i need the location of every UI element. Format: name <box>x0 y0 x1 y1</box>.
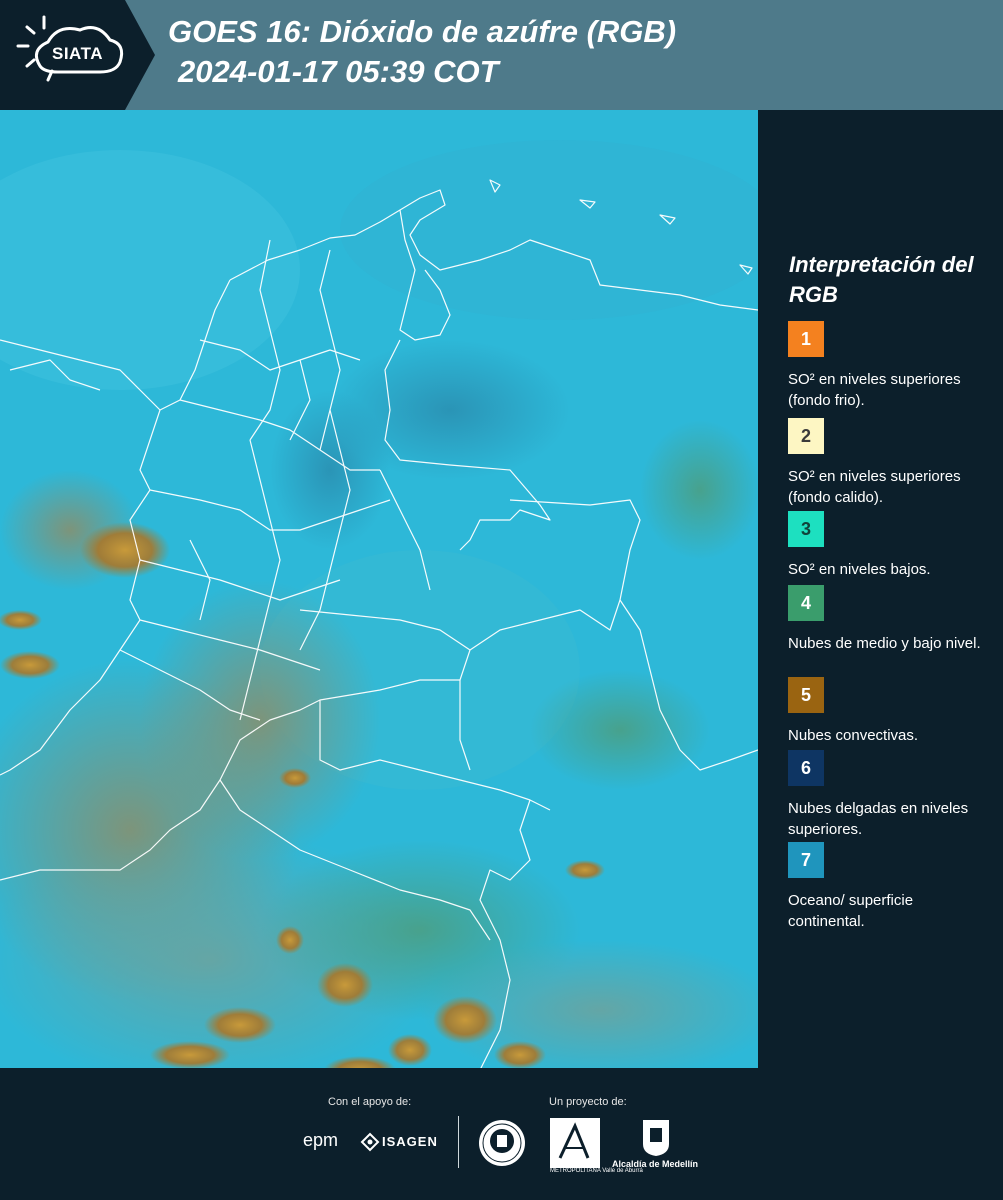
footer-divider <box>458 1116 459 1168</box>
siata-logo: SIATA <box>0 0 155 110</box>
legend-item-2: 2 SO² en niveles superiores (fondo calid… <box>788 418 993 508</box>
legend-number-7: 7 <box>800 849 811 870</box>
legend-item-7: 7 Oceano/ superficie continental. <box>788 842 993 932</box>
isagen-icon <box>360 1132 380 1152</box>
legend-label-6: Nubes delgadas en niveles superiores. <box>788 800 969 838</box>
legend-panel: Interpretación del RGB 1 SO² en niveles … <box>758 110 1003 1068</box>
satellite-map[interactable] <box>0 110 758 1068</box>
legend-item-6: 6 Nubes delgadas en niveles superiores. <box>788 750 993 840</box>
legend-label-5: Nubes convectivas. <box>788 727 919 744</box>
header-bar: SIATA GOES 16: Dióxido de azúfre (RGB) 2… <box>0 0 1003 110</box>
page-timestamp: 2024-01-17 05:39 COT <box>178 54 499 89</box>
legend-swatch-1: 1 <box>788 321 824 357</box>
page-title: GOES 16: Dióxido de azúfre (RGB) <box>168 14 677 49</box>
legend-label-7: Oceano/ superficie continental. <box>788 892 914 930</box>
legend-label-4: Nubes de medio y bajo nivel. <box>788 635 981 652</box>
legend-swatch-3: 3 <box>788 511 824 547</box>
legend-item-1: 1 SO² en niveles superiores (fondo frio)… <box>788 321 993 411</box>
medellin-seal-icon <box>479 1120 525 1166</box>
legend-number-4: 4 <box>800 592 811 613</box>
alcaldia-shield-icon <box>643 1120 669 1156</box>
legend-label-3: SO² en niveles bajos. <box>788 561 931 578</box>
epm-logo: epm <box>303 1130 339 1150</box>
legend-number-2: 2 <box>800 425 811 446</box>
legend-item-4: 4 Nubes de medio y bajo nivel. <box>788 585 993 654</box>
area-metropolitana-logo-icon <box>550 1118 600 1168</box>
legend-title: Interpretación del RGB <box>789 252 974 307</box>
logo-text: SIATA <box>52 44 103 63</box>
legend-number-5: 5 <box>800 684 811 705</box>
support-label: Con el apoyo de: <box>328 1096 412 1108</box>
legend-label-1: SO² en niveles superiores (fondo frio). <box>788 371 961 409</box>
footer: Con el apoyo de: Un proyecto de: epm ISA… <box>0 1068 1003 1200</box>
legend-item-3: 3 SO² en niveles bajos. <box>788 511 993 580</box>
project-label: Un proyecto de: <box>549 1096 627 1108</box>
legend-swatch-7: 7 <box>788 842 824 878</box>
legend-number-6: 6 <box>800 757 811 778</box>
legend-number-3: 3 <box>800 518 811 539</box>
legend-swatch-4: 4 <box>788 585 824 621</box>
legend-swatch-5: 5 <box>788 677 824 713</box>
legend-number-1: 1 <box>800 328 811 349</box>
alcaldia-text: Alcaldía de Medellín <box>612 1159 699 1169</box>
legend-label-2: SO² en niveles superiores (fondo calido)… <box>788 468 961 506</box>
legend-swatch-6: 6 <box>788 750 824 786</box>
isagen-logo: ISAGEN <box>382 1134 438 1149</box>
legend-swatch-2: 2 <box>788 418 824 454</box>
legend-item-5: 5 Nubes convectivas. <box>788 677 993 746</box>
